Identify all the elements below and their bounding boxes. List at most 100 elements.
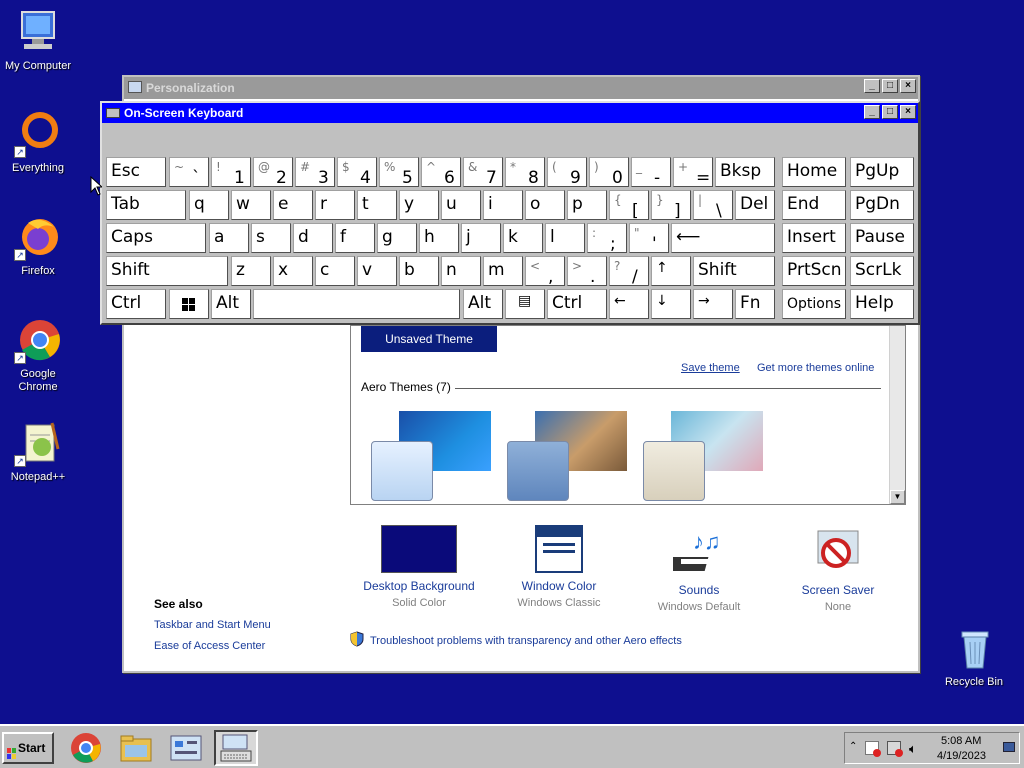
troubleshoot-link[interactable]: Troubleshoot problems with transparency … <box>370 635 682 647</box>
key-ctrl-right[interactable]: Ctrl <box>547 289 607 319</box>
desktop-icon-everything[interactable]: ↗ Everything <box>0 110 76 175</box>
key-y[interactable]: y <box>399 190 439 220</box>
key-v[interactable]: v <box>357 256 397 286</box>
key-j[interactable]: j <box>461 223 501 253</box>
clock-time[interactable]: 5:08 AM <box>941 735 981 747</box>
key-help[interactable]: Help <box>850 289 914 319</box>
key-left-arrow[interactable]: ← <box>609 289 649 319</box>
desktop-icon-firefox[interactable]: ↗ Firefox <box>0 213 76 278</box>
key-backspace[interactable]: Bksp <box>715 157 775 187</box>
key-f[interactable]: f <box>335 223 375 253</box>
key-x[interactable]: x <box>273 256 313 286</box>
show-hidden-icons-button[interactable]: ⌃ <box>849 741 857 752</box>
key-m[interactable]: m <box>483 256 523 286</box>
desktop-icon-notepad-plus-plus[interactable]: ↗ Notepad++ <box>0 419 76 484</box>
key-g[interactable]: g <box>377 223 417 253</box>
theme-thumbnail-architecture[interactable] <box>501 411 627 501</box>
key-2[interactable]: @2 <box>253 157 293 188</box>
minimize-button[interactable]: _ <box>864 105 880 119</box>
key-backtick[interactable]: ~ ` <box>169 157 209 188</box>
theme-thumbnail-characters[interactable] <box>637 411 763 501</box>
action-center-icon[interactable] <box>865 741 881 757</box>
key-4[interactable]: $4 <box>337 157 377 188</box>
key-del[interactable]: Del <box>735 190 775 220</box>
key-minus[interactable]: _ - <box>631 157 671 188</box>
key-shift-right[interactable]: Shift <box>693 256 775 286</box>
key-6[interactable]: ^ 6 <box>421 157 461 188</box>
key-9[interactable]: (9 <box>547 157 587 188</box>
key-space[interactable] <box>253 289 460 319</box>
taskbar-on-screen-keyboard[interactable] <box>214 730 258 766</box>
theme-thumbnail-windows7[interactable] <box>365 411 491 501</box>
clock-date[interactable]: 4/19/2023 <box>937 750 986 762</box>
key-slash[interactable]: ? / <box>609 256 649 287</box>
unsaved-theme-item[interactable]: Unsaved Theme <box>361 326 497 352</box>
key-l[interactable]: l <box>545 223 585 253</box>
key-windows[interactable] <box>169 289 209 319</box>
key-prtscn[interactable]: PrtScn <box>782 256 846 286</box>
ease-of-access-link[interactable]: Ease of Access Center <box>154 640 265 652</box>
key-p[interactable]: p <box>567 190 607 220</box>
key-a[interactable]: a <box>209 223 249 253</box>
key-3[interactable]: #3 <box>295 157 335 188</box>
key-insert[interactable]: Insert <box>782 223 846 253</box>
key-pgup[interactable]: PgUp <box>850 157 914 187</box>
key-esc[interactable]: Esc <box>106 157 166 187</box>
osk-titlebar[interactable]: On-Screen Keyboard _ □ × <box>102 103 918 123</box>
close-button[interactable]: × <box>900 105 916 119</box>
key-h[interactable]: h <box>419 223 459 253</box>
key-b[interactable]: b <box>399 256 439 286</box>
key-e[interactable]: e <box>273 190 313 220</box>
sounds-button[interactable]: ♪♫ Sounds Windows Default <box>629 525 769 613</box>
desktop-background-button[interactable]: Desktop Background Solid Color <box>349 525 489 609</box>
key-pgdn[interactable]: PgDn <box>850 190 914 220</box>
key-caps[interactable]: Caps <box>106 223 206 253</box>
close-button[interactable]: × <box>900 79 916 93</box>
key-down-arrow[interactable]: ↓ <box>651 289 691 319</box>
key-enter[interactable]: ⟵ <box>671 223 775 253</box>
key-left-bracket[interactable]: {[ <box>609 190 649 221</box>
key-equals[interactable]: + = <box>673 157 713 188</box>
key-menu[interactable]: ▤ <box>505 289 545 319</box>
key-r[interactable]: r <box>315 190 355 220</box>
desktop-icon-recycle-bin[interactable]: Recycle Bin <box>936 624 1012 689</box>
key-shift-left[interactable]: Shift <box>106 256 228 286</box>
key-1[interactable]: ! 1 <box>211 157 251 188</box>
taskbar-file-explorer[interactable] <box>114 730 158 766</box>
key-end[interactable]: End <box>782 190 846 220</box>
key-options[interactable]: Options <box>782 289 846 319</box>
key-semicolon[interactable]: :; <box>587 223 627 254</box>
key-w[interactable]: w <box>231 190 271 220</box>
maximize-button[interactable]: □ <box>882 79 898 93</box>
screen-saver-button[interactable]: Screen Saver None <box>768 525 908 613</box>
start-button[interactable]: Start <box>2 732 54 764</box>
key-up-arrow[interactable]: ↑ <box>651 256 691 286</box>
key-period[interactable]: >. <box>567 256 607 287</box>
taskbar-start-menu-link[interactable]: Taskbar and Start Menu <box>154 619 271 631</box>
window-color-button[interactable]: Window Color Windows Classic <box>489 525 629 609</box>
maximize-button[interactable]: □ <box>882 105 898 119</box>
volume-icon[interactable]: 🔈︎ <box>909 741 917 757</box>
minimize-button[interactable]: _ <box>864 79 880 93</box>
key-backslash[interactable]: | \ <box>693 190 733 221</box>
get-more-themes-link[interactable]: Get more themes online <box>757 362 874 374</box>
theme-list-scrollbar[interactable]: ▼ <box>889 326 905 504</box>
key-right-bracket[interactable]: }] <box>651 190 691 221</box>
key-8[interactable]: * 8 <box>505 157 545 188</box>
key-quote[interactable]: " ' <box>629 223 669 254</box>
key-5[interactable]: % 5 <box>379 157 419 188</box>
troubleshoot-link-row[interactable]: Troubleshoot problems with transparency … <box>350 631 682 650</box>
taskbar-chrome[interactable] <box>64 730 108 766</box>
key-s[interactable]: s <box>251 223 291 253</box>
key-d[interactable]: d <box>293 223 333 253</box>
key-scrlk[interactable]: ScrLk <box>850 256 914 286</box>
key-i[interactable]: i <box>483 190 523 220</box>
key-0[interactable]: ) 0 <box>589 157 629 188</box>
key-comma[interactable]: <, <box>525 256 565 287</box>
scroll-down-arrow-icon[interactable]: ▼ <box>890 490 905 504</box>
key-z[interactable]: z <box>231 256 271 286</box>
key-o[interactable]: o <box>525 190 565 220</box>
key-fn[interactable]: Fn <box>735 289 775 319</box>
key-pause[interactable]: Pause <box>850 223 914 253</box>
key-tab[interactable]: Tab <box>106 190 186 220</box>
